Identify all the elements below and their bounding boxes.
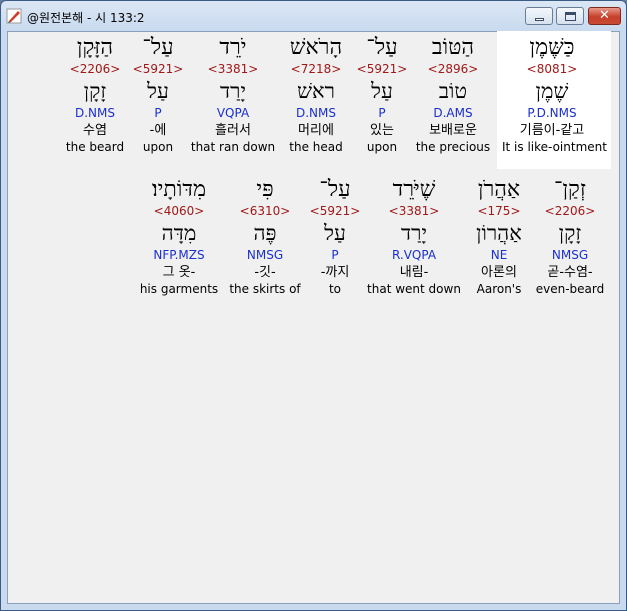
hebrew-word: כַּשֶּׁמֶן bbox=[529, 35, 575, 60]
morph-code: D.AMS bbox=[433, 106, 473, 120]
english-gloss: It is like-ointment bbox=[502, 140, 607, 154]
hebrew-lemma: טוֹב bbox=[438, 79, 468, 103]
minimize-icon bbox=[535, 18, 544, 21]
minimize-button[interactable] bbox=[525, 7, 553, 25]
strong-number[interactable]: <2206> bbox=[520, 204, 620, 218]
morph-code: P.D.NMS bbox=[527, 106, 577, 120]
word-r1-6[interactable]: הַטּוֹב <2896> טוֹב D.AMS 보배로운 the preci… bbox=[403, 34, 503, 154]
hebrew-lemma: מִדָּה bbox=[161, 221, 197, 245]
app-logo-icon bbox=[6, 8, 22, 24]
word-r2-1[interactable]: מִדּוֹתָיו׃ <4060> מִדָּה NFP.MZS 그 옷- h… bbox=[129, 176, 229, 296]
english-gloss: the precious bbox=[415, 140, 491, 154]
hebrew-lemma: זָקָן bbox=[558, 221, 582, 245]
strong-number[interactable]: <2896> bbox=[403, 62, 503, 76]
close-button[interactable]: ✕ bbox=[588, 7, 621, 25]
hebrew-word: מִדּוֹתָיו׃ bbox=[151, 177, 207, 202]
strong-number[interactable]: <4060> bbox=[129, 204, 229, 218]
korean-gloss: 보배로운 bbox=[429, 123, 477, 138]
maximize-button[interactable] bbox=[556, 7, 584, 25]
strong-number[interactable]: <8081> bbox=[502, 62, 602, 76]
korean-gloss: 기름이-같고 bbox=[519, 123, 585, 138]
window-title: @원전본해 - 시 133:2 bbox=[27, 11, 145, 25]
hebrew-word: הַטּוֹב bbox=[431, 35, 475, 60]
title-bar[interactable]: @원전본해 - 시 133:2 ✕ bbox=[1, 1, 626, 31]
korean-gloss: 그 옷- bbox=[162, 265, 196, 280]
morph-code: NFP.MZS bbox=[153, 248, 205, 262]
app-window: @원전본해 - 시 133:2 ✕ הַזָּקָן <2206> זָקָן … bbox=[0, 0, 627, 611]
word-r2-6[interactable]: זְקַן־ <2206> זָקָן NMSG 곧-수염- even-bear… bbox=[520, 176, 620, 296]
korean-gloss: 곧-수염- bbox=[547, 265, 593, 280]
maximize-icon bbox=[565, 12, 576, 21]
hebrew-lemma: שֶׁמֶן bbox=[535, 79, 569, 103]
english-gloss: even-beard bbox=[535, 282, 605, 296]
morph-code: NMSG bbox=[551, 248, 589, 262]
hebrew-word: זְקַן־ bbox=[554, 177, 586, 202]
word-r1-7[interactable]: כַּשֶּׁמֶן <8081> שֶׁמֶן P.D.NMS 기름이-같고 … bbox=[502, 34, 607, 154]
close-icon: ✕ bbox=[599, 8, 610, 23]
english-gloss: his garments bbox=[139, 282, 219, 296]
